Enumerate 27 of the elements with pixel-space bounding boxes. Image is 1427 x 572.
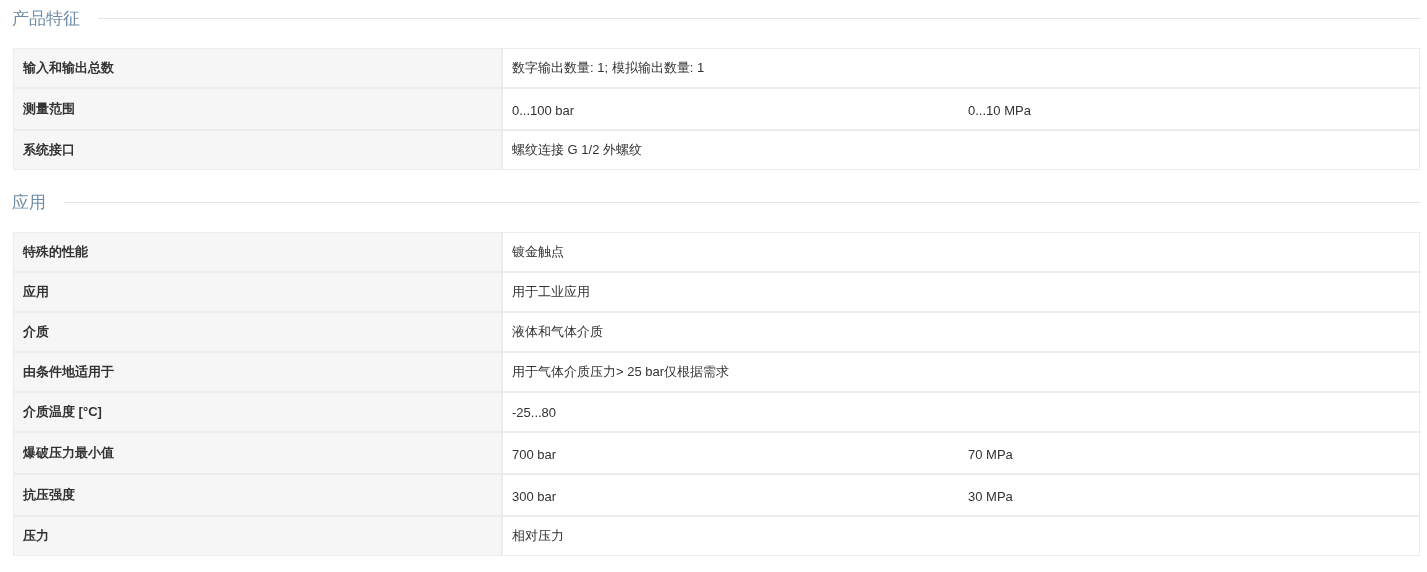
table-cell: 抗压强度 (14, 475, 501, 515)
table-cell: 由条件地适用于 (14, 353, 501, 391)
table-cell-text: 数字输出数量: 1; 模拟输出数量: 1 (512, 59, 706, 77)
section-title: 应用 (12, 191, 46, 214)
table-cell-text: 300 bar (512, 489, 558, 504)
table-cell-text: 螺纹连接 G 1/2 外螺纹 (512, 141, 644, 159)
table-cell-text: -25...80 (512, 404, 558, 420)
table-cell: 介质温度 [°C] (14, 393, 501, 431)
table-cell: 70 MPa (968, 447, 1013, 462)
table-cell-text: 用于工业应用 (512, 283, 591, 301)
table-cell: 0...10 MPa (968, 103, 1031, 118)
table-cell: 输入和输出总数 (14, 49, 501, 87)
table-cell: 系统接口 (14, 131, 501, 169)
table-cell-text: 液体和气体介质 (512, 323, 604, 341)
table-cell-text: 700 bar (512, 447, 558, 462)
section-title: 产品特征 (12, 7, 80, 30)
table-cell: 30 MPa (968, 489, 1013, 504)
table-cell: 爆破压力最小值 (14, 433, 501, 473)
table-cell: 应用 (14, 273, 501, 311)
table-cell-text: 相对压力 (512, 527, 565, 545)
table-cell-text: 用于气体介质压力> 25 bar仅根据需求 (512, 363, 731, 381)
table-cell: 特殊的性能 (14, 233, 501, 271)
table-cell-text: 镀金触点 (512, 243, 565, 261)
table-cell-text: 0...100 bar (512, 103, 576, 118)
table-cell: 测量范围 (14, 89, 501, 129)
table-cell: 压力 (14, 517, 501, 555)
table-cell: 介质 (14, 313, 501, 351)
